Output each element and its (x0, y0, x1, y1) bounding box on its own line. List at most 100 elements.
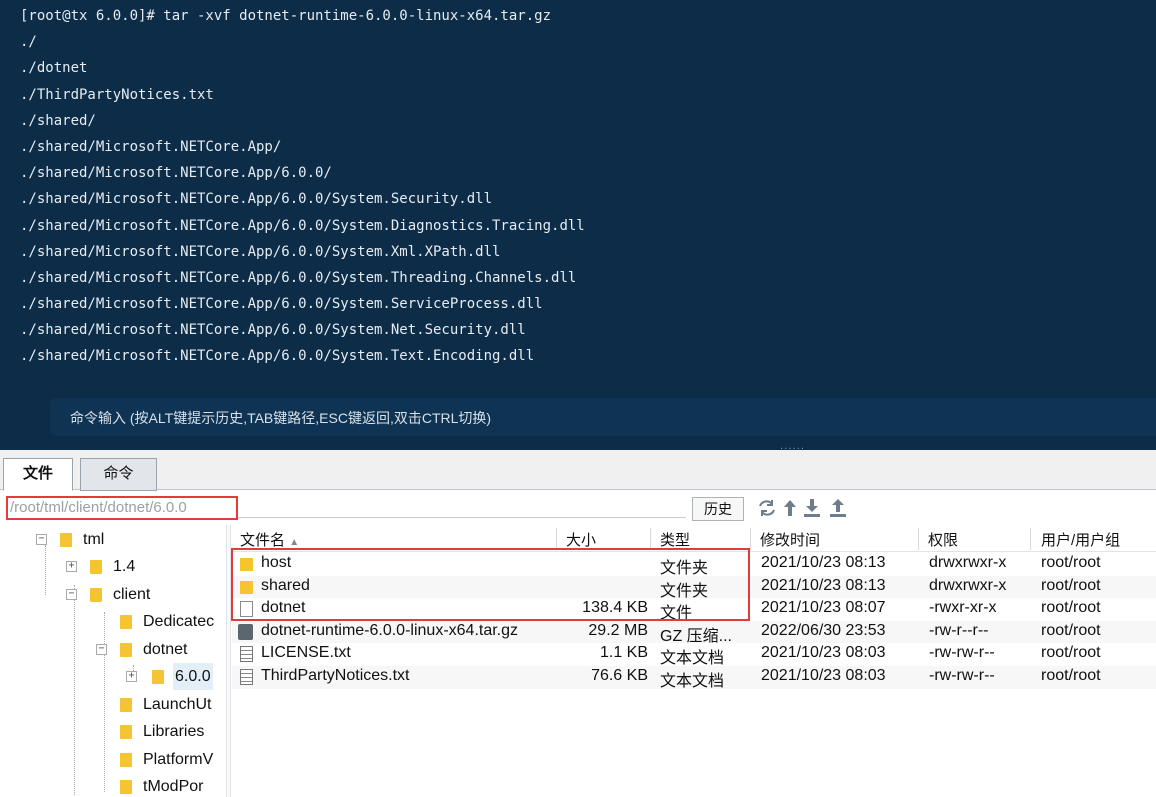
file-mtime: 2021/10/23 08:07 (761, 599, 886, 617)
refresh-icon[interactable] (756, 497, 778, 519)
column-divider[interactable] (750, 528, 751, 550)
column-header-name[interactable]: 文件名 ▲ (240, 529, 299, 550)
column-header-mtime[interactable]: 修改时间 (760, 529, 820, 550)
tree-guide (45, 545, 46, 595)
file-size: 138.4 KB (582, 599, 648, 617)
tree-item-label: dotnet (143, 641, 188, 658)
column-divider[interactable] (918, 528, 919, 550)
folder-icon (90, 588, 102, 602)
tree-item-label: Dedicatec (143, 613, 215, 630)
text-file-icon (240, 646, 253, 663)
folder-icon (120, 780, 132, 794)
column-divider[interactable] (650, 528, 651, 550)
tree-item-label: client (113, 586, 151, 603)
file-permission: -rwxr-xr-x (929, 599, 997, 617)
sort-asc-icon: ▲ (289, 537, 300, 548)
file-type: 文本文档 (660, 650, 725, 668)
column-header-size[interactable]: 大小 (566, 529, 596, 550)
file-name: host (261, 554, 292, 571)
file-mtime: 2022/06/30 23:53 (761, 621, 886, 639)
terminal-panel[interactable]: [root@tx 6.0.0]# tar -xvf dotnet-runtime… (0, 0, 1156, 455)
file-owner: root/root (1041, 644, 1101, 662)
column-header-permission[interactable]: 权限 (928, 529, 958, 550)
tab-bar: 文件 命令 (0, 450, 1156, 491)
tree-item-label: PlatformV (143, 751, 214, 768)
terminal-line: ./shared/Microsoft.NETCore.App/6.0.0/Sys… (20, 217, 585, 234)
file-owner: root/root (1041, 576, 1101, 594)
file-row-license[interactable]: LICENSE.txt 1.1 KB 文本文档 2021/10/23 08:03… (232, 643, 1156, 668)
file-size: 1.1 KB (599, 644, 648, 662)
file-name: ThirdPartyNotices.txt (261, 667, 410, 684)
folder-icon (120, 698, 132, 712)
collapse-icon[interactable]: − (36, 534, 47, 545)
file-row-dotnet[interactable]: dotnet 138.4 KB 文件 2021/10/23 08:07 -rwx… (232, 598, 1156, 623)
file-permission: -rw-rw-r-- (929, 644, 995, 662)
file-type: 文件夹 (660, 582, 709, 600)
tree-item-label: 1.4 (113, 558, 136, 575)
folder-icon (120, 753, 132, 767)
file-size: 29.2 MB (588, 621, 648, 639)
tab-files[interactable]: 文件 (3, 458, 73, 491)
expand-icon[interactable]: + (66, 561, 77, 572)
history-button[interactable]: 历史 (692, 497, 744, 521)
folder-icon (240, 580, 253, 594)
terminal-line: ./shared/Microsoft.NETCore.App/6.0.0/Sys… (20, 296, 543, 313)
file-size: 76.6 KB (591, 667, 648, 684)
file-permission: -rw-r--r-- (929, 621, 989, 639)
collapse-icon[interactable]: − (96, 644, 107, 655)
file-type: 文件 (660, 605, 693, 623)
path-field-underline (238, 517, 686, 518)
terminal-line: ./shared/Microsoft.NETCore.App/6.0.0/Sys… (20, 322, 526, 339)
command-input-hint: 命令输入 (按ALT键提示历史,TAB键路径,ESC键返回,双击CTRL切换) (70, 410, 492, 426)
terminal-line: ./ThirdPartyNotices.txt (20, 86, 214, 103)
folder-icon (120, 615, 132, 629)
file-mtime: 2021/10/23 08:13 (761, 554, 886, 571)
upload-arrow-icon[interactable] (779, 497, 801, 519)
file-row-tar-gz[interactable]: dotnet-runtime-6.0.0-linux-x64.tar.gz 29… (232, 620, 1156, 645)
tree-guide (104, 612, 105, 792)
folder-icon (120, 725, 132, 739)
tree-guide (74, 585, 75, 795)
file-name: LICENSE.txt (261, 644, 351, 662)
terminal-line: ./shared/Microsoft.NETCore.App/6.0.0/Sys… (20, 269, 577, 286)
tree-item-label: tModPor (143, 778, 204, 795)
file-row-thirdparty[interactable]: ThirdPartyNotices.txt 76.6 KB 文本文档 2021/… (232, 666, 1156, 690)
terminal-line: [root@tx 6.0.0]# tar -xvf dotnet-runtime… (20, 8, 552, 24)
terminal-line: ./shared/Microsoft.NETCore.App/6.0.0/Sys… (20, 243, 501, 260)
file-mtime: 2021/10/23 08:03 (761, 644, 886, 662)
command-input[interactable]: 命令输入 (按ALT键提示历史,TAB键路径,ESC键返回,双击CTRL切换) (50, 398, 1156, 436)
column-divider[interactable] (556, 528, 557, 550)
file-permission: drwxrwxr-x (929, 576, 1007, 594)
pane-splitter[interactable] (226, 525, 231, 797)
upload-icon[interactable] (827, 497, 849, 519)
file-owner: root/root (1041, 667, 1101, 684)
path-input[interactable]: /root/tml/client/dotnet/6.0.0 (6, 496, 238, 520)
terminal-line: ./shared/Microsoft.NETCore.App/ (20, 138, 282, 155)
terminal-line: ./shared/ (20, 112, 96, 129)
tree-item-label: tml (83, 531, 105, 548)
file-list-header: 文件名 ▲ 大小 类型 修改时间 权限 用户/用户组 (232, 525, 1156, 552)
expand-icon[interactable]: + (126, 671, 137, 682)
tab-commands[interactable]: 命令 (80, 458, 157, 491)
folder-icon (240, 558, 253, 571)
file-row-host[interactable]: host 文件夹 2021/10/23 08:13 drwxrwxr-x roo… (232, 553, 1156, 577)
terminal-line: ./ (20, 34, 37, 51)
file-mtime: 2021/10/23 08:03 (761, 667, 886, 684)
path-bar: /root/tml/client/dotnet/6.0.0 历史 (0, 491, 1156, 525)
terminal-line: ./shared/Microsoft.NETCore.App/6.0.0/Sys… (20, 348, 535, 365)
folder-icon (120, 643, 132, 657)
terminal-line: ./shared/Microsoft.NETCore.App/6.0.0/Sys… (20, 191, 493, 208)
file-row-shared[interactable]: shared 文件夹 2021/10/23 08:13 drwxrwxr-x r… (232, 575, 1156, 600)
column-header-owner[interactable]: 用户/用户组 (1041, 529, 1120, 550)
file-permission: -rw-rw-r-- (929, 667, 995, 684)
text-file-icon (240, 669, 253, 685)
terminal-line: ./shared/Microsoft.NETCore.App/6.0.0/ (20, 165, 332, 182)
column-divider[interactable] (1030, 528, 1031, 550)
download-icon[interactable] (801, 497, 823, 519)
column-header-type[interactable]: 类型 (660, 529, 690, 550)
collapse-icon[interactable]: − (66, 589, 77, 600)
file-name: shared (261, 576, 310, 594)
file-mtime: 2021/10/23 08:13 (761, 576, 886, 594)
directory-tree: − tml + 1.4 − client Dedicatec − dotnet … (0, 525, 228, 797)
tree-item-label: Libraries (143, 723, 205, 740)
